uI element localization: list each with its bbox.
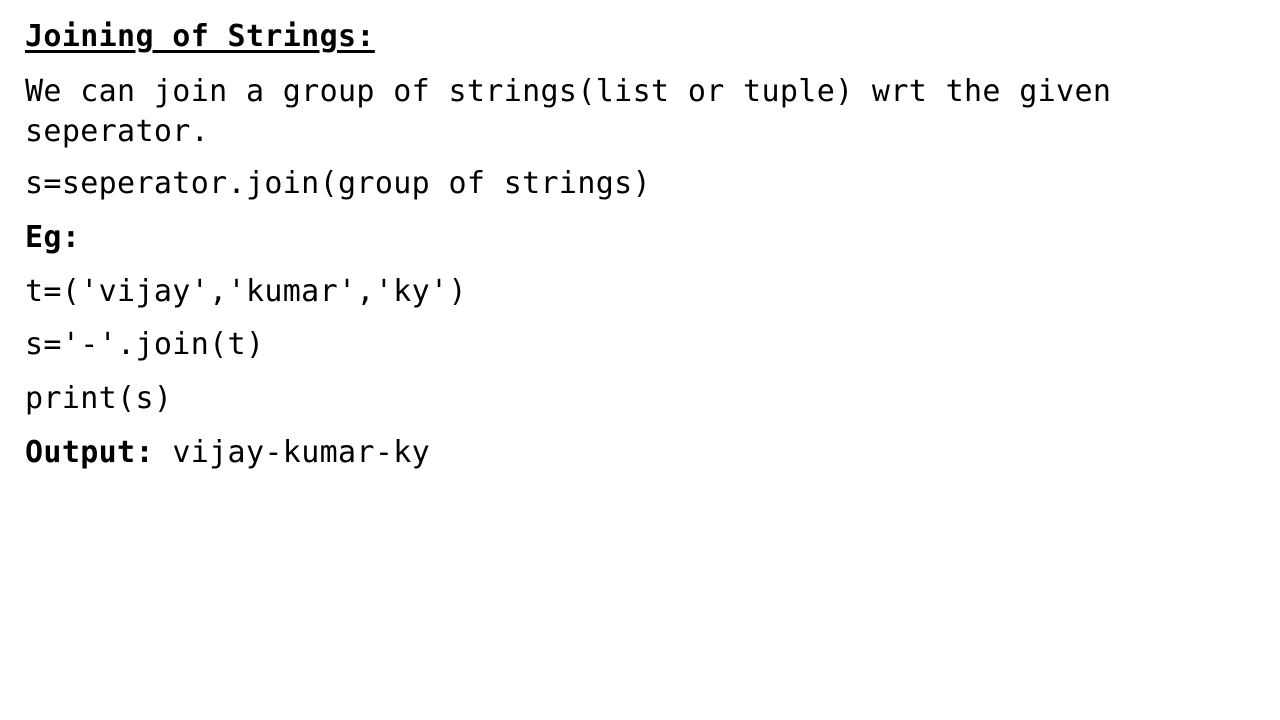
example-label: Eg: — [25, 220, 81, 255]
slide-title: Joining of Strings: — [25, 19, 375, 54]
output-line: Output: vijay-kumar-ky — [25, 435, 430, 471]
syntax-line: s=seperator.join(group of strings) — [25, 166, 651, 201]
code-line-tuple: t=('vijay','kumar','ky') — [25, 274, 467, 309]
output-label: Output: — [25, 435, 154, 470]
output-value: vijay-kumar-ky — [172, 435, 431, 470]
code-line-print: print(s) — [25, 381, 173, 416]
description-text: We can join a group of strings(list or t… — [25, 74, 1112, 149]
code-line-join: s='-'.join(t) — [25, 327, 265, 362]
slide: Joining of Strings: We can join a group … — [0, 0, 1280, 720]
